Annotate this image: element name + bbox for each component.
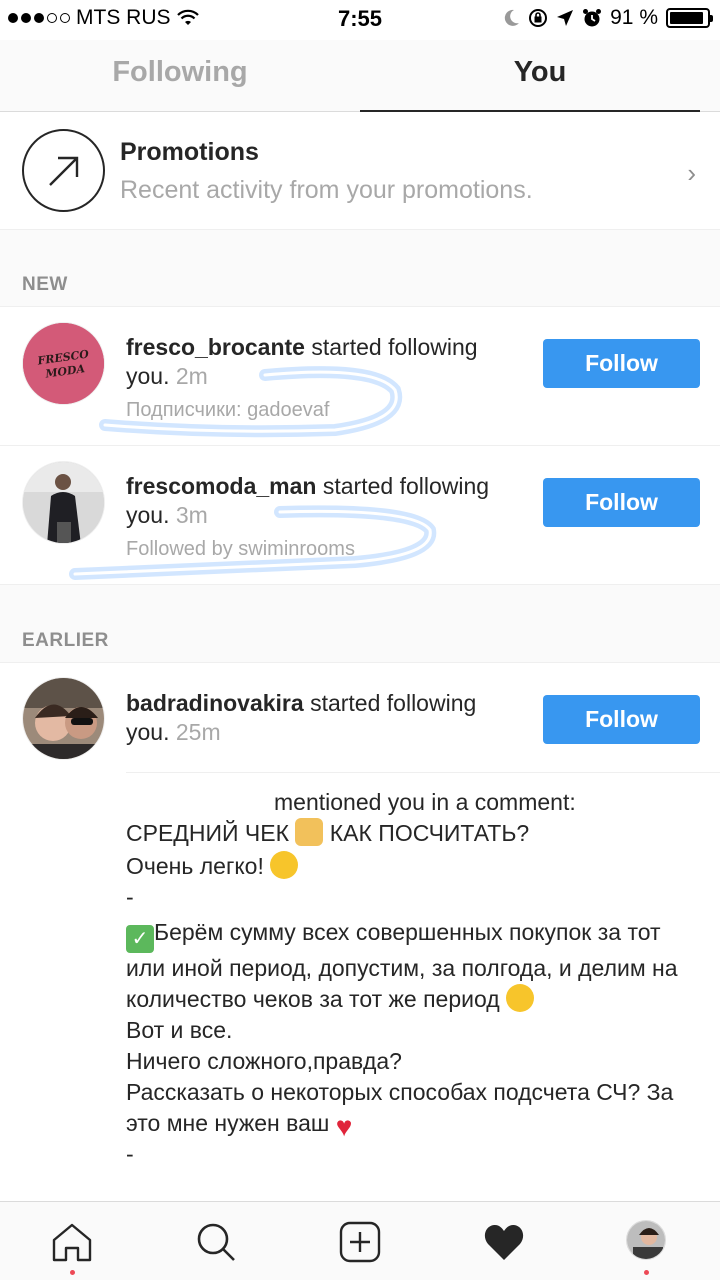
- earlier-section-header: EARLIER: [0, 584, 720, 662]
- smiley-emoji-icon: [270, 851, 299, 879]
- username-link[interactable]: badradinovakira: [126, 690, 304, 716]
- comment-line: Ничего сложного,правда?: [126, 1048, 402, 1074]
- notification-subtext: Подписчики: gadoevaf: [126, 399, 330, 421]
- notification-row[interactable]: frescomoda_man started following you. 3m…: [0, 445, 720, 584]
- comment-line: Вот и все.: [126, 1017, 233, 1043]
- status-bar: MTS RUS 7:55 91 %: [0, 0, 720, 38]
- chevron-right-icon: ›: [687, 158, 696, 188]
- battery-icon: [666, 8, 713, 28]
- notification-row[interactable]: FRESCO MODA fresco_brocante started foll…: [0, 306, 720, 445]
- notification-text: badradinovakira started following you. 2…: [126, 689, 526, 747]
- promotion-arrow-icon: [22, 129, 105, 212]
- timestamp: 25m: [175, 719, 221, 745]
- add-post-icon[interactable]: [338, 1220, 382, 1264]
- new-section-header: NEW: [0, 230, 720, 306]
- check-mark-emoji-icon: ✓: [126, 925, 154, 953]
- follow-button[interactable]: Follow: [543, 478, 700, 527]
- activity-tabs: Following You: [0, 40, 720, 112]
- battery-percent: 91 %: [610, 6, 658, 29]
- notification-text: frescomoda_man started following you. 3m: [126, 472, 526, 530]
- timestamp: 2m: [175, 363, 208, 389]
- comment-line: Очень легко!: [126, 851, 706, 882]
- tab-following[interactable]: Following: [0, 40, 360, 111]
- bottom-tab-bar: [0, 1201, 720, 1280]
- follow-button[interactable]: Follow: [543, 339, 700, 388]
- avatar[interactable]: FRESCO MODA: [22, 322, 105, 405]
- avatar[interactable]: [22, 461, 105, 544]
- home-notification-dot: [70, 1270, 75, 1275]
- profile-notification-dot: [644, 1270, 649, 1275]
- comment-text: КАК ПОСЧИТАТЬ?: [329, 820, 530, 846]
- comment-text: Берём сумму всех совершенных покупок за …: [126, 919, 678, 1012]
- promotions-title: Promotions: [120, 138, 259, 166]
- profile-avatar[interactable]: [626, 1220, 666, 1260]
- mention-comment[interactable]: mentioned you in a comment: СРЕДНИЙ ЧЕК …: [126, 787, 706, 1170]
- section-label-earlier: EARLIER: [22, 630, 109, 651]
- comment-line: -: [126, 1141, 134, 1167]
- comment-paragraph: ✓ Берём сумму всех совершенных покупок за…: [126, 917, 706, 1015]
- comment-line: -: [126, 884, 134, 910]
- mention-header: mentioned you in a comment:: [274, 789, 576, 815]
- avatar[interactable]: [22, 677, 105, 760]
- promotions-subtitle: Recent activity from your promotions.: [120, 176, 533, 204]
- promotions-row[interactable]: Promotions Recent activity from your pro…: [0, 112, 720, 230]
- heart-icon[interactable]: [482, 1220, 526, 1264]
- section-label-new: NEW: [22, 274, 68, 295]
- comment-text: СРЕДНИЙ ЧЕК: [126, 820, 289, 846]
- rotation-lock-icon: [529, 9, 548, 27]
- comment-line: СРЕДНИЙ ЧЕК КАК ПОСЧИТАТЬ?: [126, 818, 706, 849]
- status-right: 91 %: [504, 6, 713, 30]
- comment-text: Очень легко!: [126, 853, 264, 879]
- notification-row[interactable]: badradinovakira started following you. 2…: [0, 662, 720, 774]
- search-icon[interactable]: [194, 1220, 238, 1264]
- comment-paragraph: Рассказать о некоторых способах подсчета…: [126, 1077, 706, 1142]
- comment-text: Рассказать о некоторых способах подсчета…: [126, 1079, 674, 1136]
- location-arrow-icon: [557, 10, 574, 26]
- follow-button[interactable]: Follow: [543, 695, 700, 744]
- username-link[interactable]: fresco_brocante: [126, 334, 305, 360]
- username-link[interactable]: frescomoda_man: [126, 473, 316, 499]
- alarm-icon: [583, 9, 602, 27]
- notification-subtext: Followed by swiminrooms: [126, 538, 355, 560]
- shrug-emoji-icon: [295, 818, 324, 846]
- divider: [126, 772, 720, 773]
- home-icon[interactable]: [50, 1220, 94, 1264]
- wink-emoji-icon: [506, 984, 535, 1012]
- tab-you[interactable]: You: [360, 40, 720, 112]
- moon-icon: [504, 9, 520, 26]
- notification-text: fresco_brocante started following you. 2…: [126, 333, 526, 391]
- heart-emoji-icon: ♥: [335, 1111, 353, 1142]
- timestamp: 3m: [175, 502, 208, 528]
